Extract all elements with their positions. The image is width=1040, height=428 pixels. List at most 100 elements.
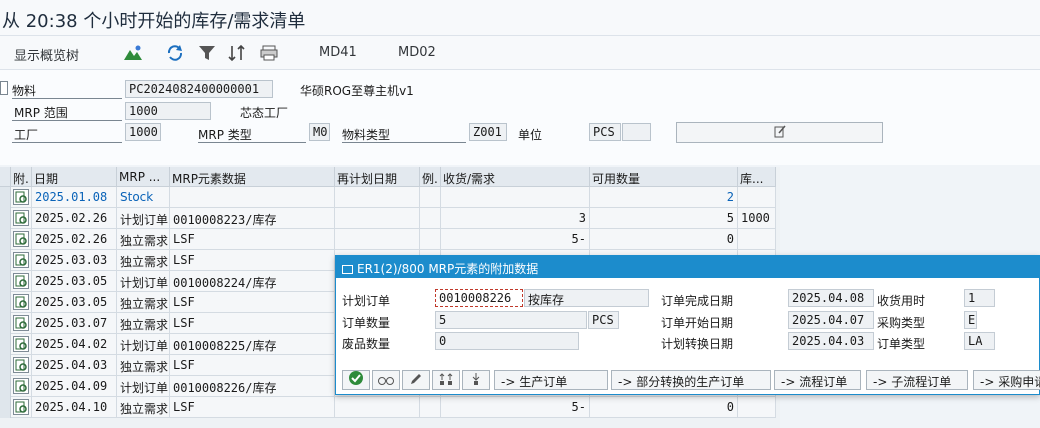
table-row[interactable]: 2025.04.10 独立需求 LSF 5- 0 xyxy=(0,397,780,418)
collapse-button[interactable] xyxy=(462,370,490,390)
col-header-exception[interactable]: 例. xyxy=(420,167,441,187)
edit-icon xyxy=(773,123,787,142)
detail-cell[interactable] xyxy=(11,208,32,229)
detail-cell[interactable] xyxy=(11,355,32,376)
row-selector[interactable] xyxy=(0,355,11,376)
change-button[interactable] xyxy=(402,370,430,390)
detail-cell[interactable] xyxy=(11,250,32,271)
refresh-icon[interactable] xyxy=(164,42,186,64)
grid-header-selector[interactable] xyxy=(0,167,11,187)
finish-date-field[interactable]: 2025.04.08 xyxy=(788,289,874,307)
gr-time-field[interactable]: 1 xyxy=(964,289,995,307)
row-selector[interactable] xyxy=(0,229,11,250)
detail-icon[interactable] xyxy=(13,357,29,373)
detail-icon[interactable] xyxy=(13,210,29,226)
detail-cell[interactable] xyxy=(11,271,32,292)
process-order-button[interactable]: -> 流程订单 xyxy=(774,370,861,390)
detail-icon[interactable] xyxy=(13,252,29,268)
plant-underline xyxy=(12,142,122,143)
detail-icon[interactable] xyxy=(13,189,29,205)
sub-process-order-button[interactable]: -> 子流程订单 xyxy=(866,370,968,390)
procurement-type-field[interactable]: E xyxy=(964,311,977,329)
gr-time-label: 收货用时 xyxy=(877,294,926,308)
conversion-date-field[interactable]: 2025.04.03 xyxy=(788,332,874,350)
col-header-attach[interactable]: 附. xyxy=(11,167,32,187)
cell-mrp: 独立需求 xyxy=(117,292,170,313)
partially-converted-order-button[interactable]: -> 部分转换的生产订单 xyxy=(611,370,771,390)
detail-cell[interactable] xyxy=(11,334,32,355)
start-date-label: 订单开始日期 xyxy=(661,316,734,330)
sort-icon[interactable] xyxy=(226,42,248,64)
material-type-field[interactable]: Z001 xyxy=(469,123,507,141)
confirm-button[interactable] xyxy=(342,370,370,390)
detail-icon[interactable] xyxy=(13,315,29,331)
order-quantity-field[interactable]: 5 xyxy=(435,311,587,329)
col-header-available[interactable]: 可用数量 xyxy=(590,167,738,187)
detail-cell[interactable] xyxy=(11,376,32,397)
md41-button[interactable]: MD41 xyxy=(319,45,357,60)
detail-icon[interactable] xyxy=(13,378,29,394)
row-selector[interactable] xyxy=(0,250,11,271)
detail-cell[interactable] xyxy=(11,397,32,418)
table-row[interactable]: 2025.02.26 计划订单 0010008223/库存 3 5 1000 xyxy=(0,208,780,229)
check-icon xyxy=(348,370,364,390)
col-header-mrp-data[interactable]: MRP元素数据 xyxy=(170,167,335,187)
material-type-label: 物料类型 xyxy=(342,128,391,142)
mrp-type-field[interactable]: M0 xyxy=(309,123,330,141)
order-type-field[interactable]: LA xyxy=(964,332,995,350)
row-selector[interactable] xyxy=(0,334,11,355)
col-header-date[interactable]: 日期 xyxy=(32,167,117,187)
filter-icon[interactable] xyxy=(196,42,218,64)
production-order-button[interactable]: -> 生产订单 xyxy=(494,370,608,390)
col-header-storage[interactable]: 库... xyxy=(738,167,776,187)
detail-cell[interactable] xyxy=(11,187,32,208)
planned-order-description: 按库存 xyxy=(524,289,649,307)
row-selector[interactable] xyxy=(0,376,11,397)
detail-icon[interactable] xyxy=(13,294,29,310)
start-date-field[interactable]: 2025.04.07 xyxy=(788,311,874,329)
row-selector[interactable] xyxy=(0,208,11,229)
expand-button[interactable] xyxy=(432,370,460,390)
header-collapse-icon[interactable] xyxy=(0,81,8,95)
dialog-title-bar[interactable]: ER1(2)/800 MRP元素的附加数据 xyxy=(336,256,1040,278)
material-field[interactable]: PC2024082400000001 xyxy=(125,80,273,98)
detail-icon[interactable] xyxy=(13,336,29,352)
cell-date: 2025.04.02 xyxy=(32,334,117,355)
row-selector[interactable] xyxy=(0,313,11,334)
table-row[interactable]: 2025.01.08 Stock 2 xyxy=(0,187,780,208)
table-row[interactable]: 2025.02.26 独立需求 LSF 5- 0 xyxy=(0,229,780,250)
md02-button[interactable]: MD02 xyxy=(398,45,436,60)
detail-icon[interactable] xyxy=(13,231,29,247)
cell-stor xyxy=(738,397,776,418)
col-header-mrp[interactable]: MRP ... xyxy=(117,167,170,187)
planned-order-field[interactable]: 0010008226 xyxy=(435,289,523,307)
row-selector[interactable] xyxy=(0,292,11,313)
print-icon[interactable] xyxy=(258,42,280,64)
cell-avail: 5 xyxy=(590,208,738,229)
purchase-requisition-button[interactable]: -> 采购申请 xyxy=(973,370,1040,390)
cell-ex xyxy=(420,208,441,229)
mrp-area-field[interactable]: 1000 xyxy=(125,102,211,120)
cell-date: 2025.01.08 xyxy=(32,187,117,208)
detail-cell[interactable] xyxy=(11,292,32,313)
row-selector[interactable] xyxy=(0,397,11,418)
detail-icon[interactable] xyxy=(13,399,29,415)
cell-data: LSF xyxy=(170,355,335,376)
col-header-receipt-req[interactable]: 收货/需求 xyxy=(441,167,590,187)
row-selector[interactable] xyxy=(0,271,11,292)
row-selector[interactable] xyxy=(0,187,11,208)
display-button[interactable] xyxy=(372,370,400,390)
plant-field[interactable]: 1000 xyxy=(125,123,161,141)
material-header: 物料 PC2024082400000001 华硕ROG至尊主机v1 MRP 范围… xyxy=(0,70,1040,165)
scrap-quantity-field[interactable]: 0 xyxy=(435,332,579,350)
unit-field[interactable]: PCS xyxy=(589,123,621,141)
order-quantity-label: 订单数量 xyxy=(342,316,391,330)
col-header-replan-date[interactable]: 再计划日期 xyxy=(335,167,420,187)
cell-mrp: Stock xyxy=(117,187,170,208)
detail-cell[interactable] xyxy=(11,229,32,250)
detail-button[interactable] xyxy=(676,122,883,143)
show-overview-tree-button[interactable]: 显示概览树 xyxy=(14,45,79,64)
detail-icon[interactable] xyxy=(13,273,29,289)
mountain-icon[interactable] xyxy=(122,42,144,64)
detail-cell[interactable] xyxy=(11,313,32,334)
